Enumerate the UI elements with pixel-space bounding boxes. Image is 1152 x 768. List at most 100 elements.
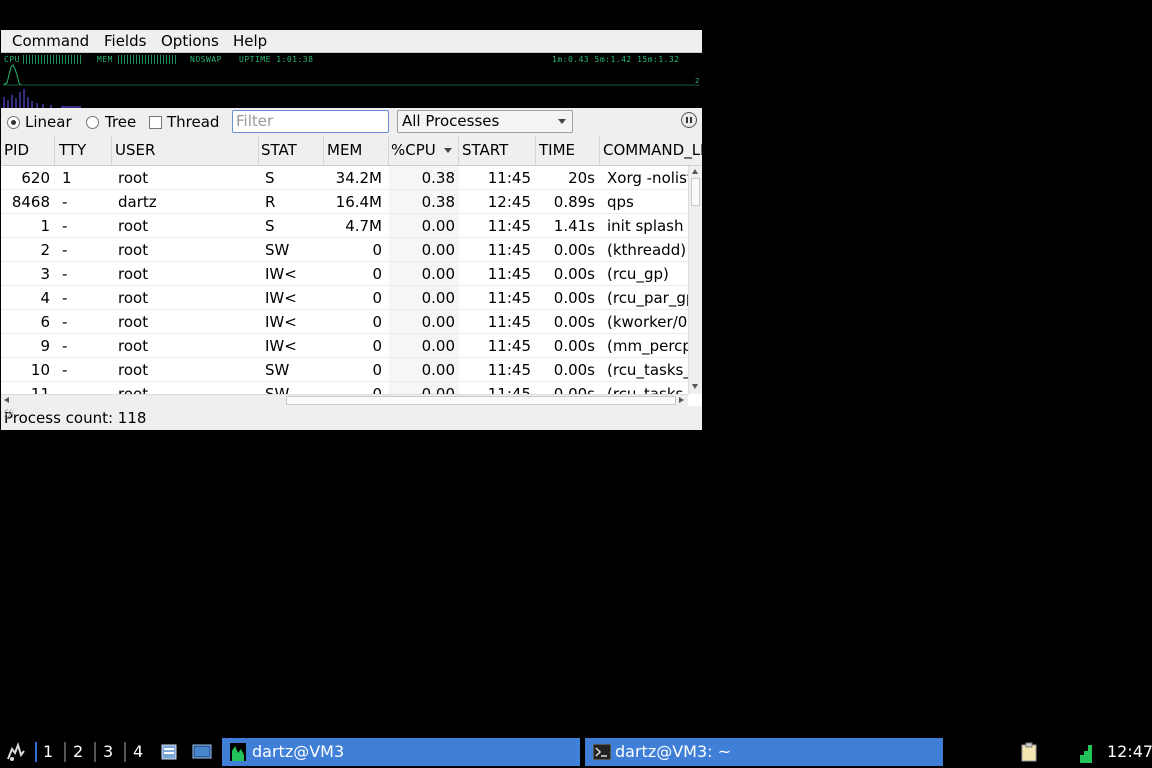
cell-user: root	[118, 289, 149, 307]
scroll-down-icon[interactable]	[692, 384, 698, 389]
cell-time: 20s	[568, 169, 595, 187]
cell-stat: R	[265, 193, 276, 211]
process-table: PID TTY USER STAT MEM %CPU START TIME CO…	[1, 136, 702, 406]
table-row[interactable]: 620 1 root S 34.2M 0.38 11:45 20s Xorg -nolist	[1, 166, 688, 190]
cell-tty: -	[62, 217, 68, 235]
workspace-1[interactable]: 1	[43, 740, 53, 764]
filter-input[interactable]	[233, 111, 386, 131]
column-label: MEM	[327, 141, 363, 159]
table-row[interactable]: 2- root SW 0 0.00 11:45 0.00s (kthreadd)	[1, 238, 688, 262]
column-header-stat[interactable]: STAT	[259, 136, 324, 165]
cell-mem: 4.7M	[345, 217, 382, 235]
cell-cpu: 0.00	[421, 217, 455, 235]
task-label: dartz@VM3: ~	[615, 742, 732, 761]
tree-label[interactable]: Tree	[105, 113, 136, 131]
cell-start: 11:45	[487, 169, 531, 187]
file-manager-icon[interactable]	[160, 743, 178, 761]
menu-command[interactable]: Command	[12, 31, 89, 51]
task-button-qps[interactable]: dartz@VM3	[222, 738, 580, 766]
cell-start: 11:45	[487, 385, 531, 394]
vertical-scroll-thumb[interactable]	[691, 178, 700, 206]
column-header-start[interactable]: START	[459, 136, 536, 165]
cell-stat: IW<	[265, 289, 297, 307]
scroll-right-icon[interactable]	[679, 397, 684, 403]
filter-field[interactable]	[232, 110, 389, 133]
process-filter-value: All Processes	[402, 112, 500, 130]
table-row[interactable]: 8468- dartz R 16.4M 0.38 12:45 0.89s qps	[1, 190, 688, 214]
column-header-time[interactable]: TIME	[536, 136, 600, 165]
column-label: STAT	[261, 141, 297, 159]
cpu-history-graph: 2	[2, 64, 699, 108]
clock: 12:47	[1107, 742, 1152, 761]
vertical-scrollbar[interactable]	[688, 166, 702, 394]
table-header: PID TTY USER STAT MEM %CPU START TIME CO…	[1, 136, 702, 166]
horizontal-scroll-thumb[interactable]	[286, 396, 676, 405]
cell-stat: SW	[265, 385, 290, 394]
cell-start: 11:45	[487, 313, 531, 331]
cell-cmd: (rcu_gp)	[607, 265, 669, 283]
column-header-mem[interactable]: MEM	[324, 136, 389, 165]
table-row[interactable]: 11 - root SW 0 0.00 11:45 0.00s (rcu_tasks_	[1, 382, 688, 394]
column-header-pid[interactable]: PID	[1, 136, 55, 165]
process-filter-select[interactable]: All Processes	[397, 110, 573, 133]
table-row[interactable]: 10- root SW 0 0.00 11:45 0.00s (rcu_tasks_	[1, 358, 688, 382]
table-row[interactable]: 4- root IW< 0 0.00 11:45 0.00s (rcu_par_gp)	[1, 286, 688, 310]
cell-tty: -	[62, 289, 68, 307]
column-header-cpu[interactable]: %CPU	[389, 136, 459, 165]
table-body: 620 1 root S 34.2M 0.38 11:45 20s Xorg -nolist 84…	[1, 166, 688, 394]
cell-pid: 1	[40, 217, 50, 235]
cell-pid: 6	[40, 313, 50, 331]
menu-help[interactable]: Help	[233, 31, 267, 51]
scroll-up-icon[interactable]	[692, 169, 698, 174]
scroll-left-icon[interactable]	[4, 397, 9, 403]
workspace-3[interactable]: 3	[103, 740, 113, 764]
thread-label[interactable]: Thread	[167, 113, 219, 131]
cell-pid: 8468	[11, 193, 50, 211]
cpu-monitor-icon[interactable]	[1079, 741, 1097, 763]
cell-time: 0.00s	[553, 289, 595, 307]
cell-start: 11:45	[487, 241, 531, 259]
cell-start: 11:45	[487, 265, 531, 283]
cell-start: 12:45	[487, 193, 531, 211]
linear-radio[interactable]	[7, 116, 20, 129]
cell-user: root	[118, 385, 149, 394]
cell-mem: 0	[372, 313, 382, 331]
cell-stat: SW	[265, 361, 290, 379]
table-row[interactable]: 9- root IW< 0 0.00 11:45 0.00s (mm_percpu	[1, 334, 688, 358]
workspace-2[interactable]: 2	[73, 740, 83, 764]
cell-mem: 0	[372, 361, 382, 379]
qps-icon	[230, 743, 246, 761]
workspace-separator	[94, 742, 96, 762]
horizontal-scrollbar[interactable]	[1, 394, 688, 406]
table-row[interactable]: 6- root IW< 0 0.00 11:45 0.00s (kworker/0	[1, 310, 688, 334]
menu-fields[interactable]: Fields	[104, 31, 146, 51]
tree-radio[interactable]	[86, 116, 99, 129]
column-header-user[interactable]: USER	[112, 136, 259, 165]
cell-cpu: 0.00	[421, 385, 455, 394]
table-row[interactable]: 3- root IW< 0 0.00 11:45 0.00s (rcu_gp)	[1, 262, 688, 286]
task-button-terminal[interactable]: dartz@VM3: ~	[585, 738, 943, 766]
cell-mem: 0	[372, 241, 382, 259]
cell-start: 11:45	[487, 217, 531, 235]
cell-tty: -	[62, 385, 68, 394]
pause-icon[interactable]	[681, 112, 697, 128]
start-menu-icon[interactable]	[4, 741, 26, 763]
show-desktop-icon[interactable]	[192, 744, 212, 760]
thread-checkbox[interactable]	[149, 116, 162, 129]
resize-grip-icon[interactable]	[4, 409, 13, 418]
cell-user: root	[118, 217, 149, 235]
cell-mem: 0	[372, 337, 382, 355]
cell-time: 0.89s	[553, 193, 595, 211]
status-bar: Process count: 118	[1, 406, 702, 430]
cell-user: dartz	[118, 193, 157, 211]
workspace-4[interactable]: 4	[133, 740, 143, 764]
cell-start: 11:45	[487, 337, 531, 355]
column-header-tty[interactable]: TTY	[55, 136, 112, 165]
table-row[interactable]: 1- root S 4.7M 0.00 11:45 1.41s init splash	[1, 214, 688, 238]
cell-time: 0.00s	[553, 265, 595, 283]
cell-mem: 34.2M	[335, 169, 382, 187]
clipboard-icon[interactable]	[1019, 742, 1041, 762]
linear-label[interactable]: Linear	[25, 113, 72, 131]
column-header-command[interactable]: COMMAND_LI	[600, 136, 702, 165]
menu-options[interactable]: Options	[161, 31, 219, 51]
